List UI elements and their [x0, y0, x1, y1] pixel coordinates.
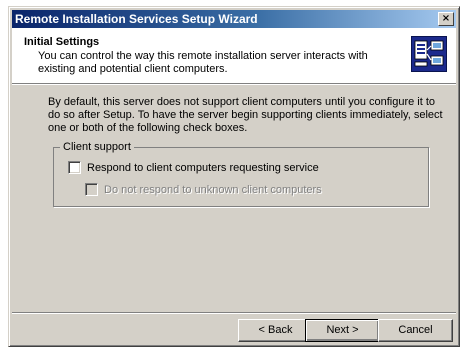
respond-to-clients-label[interactable]: Respond to client computers requesting s…	[87, 162, 319, 174]
ignore-unknown-clients-label: Do not respond to unknown client compute…	[104, 183, 322, 196]
page-description: You can control the way this remote inst…	[38, 50, 368, 75]
intro-text: By default, this server does not support…	[48, 96, 443, 134]
header-separator	[12, 83, 456, 85]
cancel-button[interactable]: Cancel	[378, 319, 453, 342]
title-bar[interactable]: Remote Installation Services Setup Wizar…	[12, 10, 456, 28]
footer-separator	[12, 312, 456, 314]
close-button[interactable]: ×	[438, 12, 454, 26]
next-button[interactable]: Next >	[305, 319, 380, 342]
respond-to-clients-checkbox[interactable]	[68, 161, 81, 174]
server-network-icon	[411, 36, 447, 72]
group-label: Client support	[60, 140, 134, 154]
close-icon: ×	[441, 13, 451, 24]
ignore-unknown-clients-checkbox	[85, 183, 98, 196]
ignore-unknown-clients-option: Do not respond to unknown client compute…	[85, 183, 322, 196]
back-button[interactable]: < Back	[238, 319, 313, 342]
respond-to-clients-option[interactable]: Respond to client computers requesting s…	[68, 161, 319, 174]
page-title: Initial Settings	[24, 36, 100, 48]
client-support-group: Client support Respond to client compute…	[53, 140, 429, 207]
wizard-window: Remote Installation Services Setup Wizar…	[8, 6, 460, 347]
wizard-header: Initial Settings You can control the way…	[12, 28, 456, 83]
window-title: Remote Installation Services Setup Wizar…	[15, 12, 258, 26]
